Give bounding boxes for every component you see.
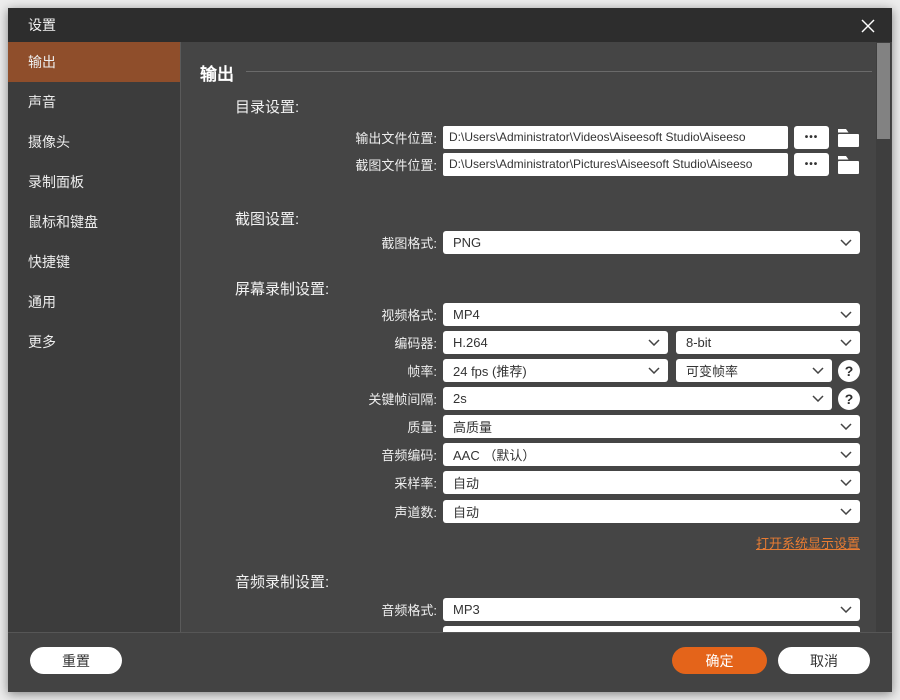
sidebar-item-output[interactable]: 输出 — [8, 42, 180, 82]
field-label: 视频格式: — [182, 305, 437, 324]
section-title-audio-recording: 音频录制设置: — [235, 571, 329, 592]
footer: 重置 确定 取消 — [8, 632, 892, 692]
open-folder-icon[interactable] — [838, 153, 860, 176]
page-title: 输出 — [200, 60, 234, 85]
settings-dialog: 设置 输出 声音 摄像头 录制面板 鼠标和键盘 快捷键 通用 更多 输出 目录设… — [8, 8, 892, 692]
chevron-down-icon — [648, 339, 660, 346]
chevron-down-icon — [812, 367, 824, 374]
chevron-down-icon — [840, 606, 852, 613]
field-label: 关键帧间隔: — [182, 389, 437, 408]
row-output-path: 输出文件位置: D:\Users\Administrator\Videos\Ai… — [182, 126, 860, 149]
chevron-down-icon — [812, 395, 824, 402]
chevron-down-icon — [840, 239, 852, 246]
sidebar-item-general[interactable]: 通用 — [8, 282, 180, 322]
chevron-down-icon — [840, 451, 852, 458]
output-path-input[interactable]: D:\Users\Administrator\Videos\Aiseesoft … — [443, 126, 788, 149]
window-title: 设置 — [28, 15, 56, 35]
row-keyframe-interval: 关键帧间隔: 2s ? — [182, 387, 860, 410]
snapshot-path-input[interactable]: D:\Users\Administrator\Pictures\Aiseesof… — [443, 153, 788, 176]
row-audio-format: 音频格式: MP3 — [182, 598, 860, 621]
browse-button[interactable]: ••• — [794, 126, 829, 149]
sidebar-item-sound[interactable]: 声音 — [8, 82, 180, 122]
sidebar-item-recording-panel[interactable]: 录制面板 — [8, 162, 180, 202]
sidebar-item-camera[interactable]: 摄像头 — [8, 122, 180, 162]
row-encoder: 编码器: H.264 8-bit — [182, 331, 860, 354]
chevron-down-icon — [840, 339, 852, 346]
row-video-format: 视频格式: MP4 — [182, 303, 860, 326]
browse-button[interactable]: ••• — [794, 153, 829, 176]
quality-select[interactable]: 高质量 — [443, 415, 860, 438]
field-label: 截图文件位置: — [182, 155, 437, 174]
row-screenshot-format: 截图格式: PNG — [182, 231, 860, 254]
open-system-display-settings-link[interactable]: 打开系统显示设置 — [756, 536, 860, 551]
field-label: 音频编码: — [182, 445, 437, 464]
channels-select[interactable]: 自动 — [443, 500, 860, 523]
section-title-directory: 目录设置: — [235, 96, 299, 117]
chevron-down-icon — [840, 423, 852, 430]
screenshot-format-select[interactable]: PNG — [443, 231, 860, 254]
field-label: 音频格式: — [182, 600, 437, 619]
heading-divider — [246, 71, 872, 72]
field-label: 采样率: — [182, 473, 437, 492]
scrollbar-thumb[interactable] — [877, 43, 890, 139]
ok-button[interactable]: 确定 — [672, 647, 767, 674]
video-format-select[interactable]: MP4 — [443, 303, 860, 326]
chevron-down-icon — [840, 508, 852, 515]
chevron-down-icon — [840, 479, 852, 486]
section-title-screenshot: 截图设置: — [235, 208, 299, 229]
cancel-button[interactable]: 取消 — [778, 647, 870, 674]
row-framerate: 帧率: 24 fps (推荐) 可变帧率 ? — [182, 359, 860, 382]
titlebar: 设置 — [8, 8, 892, 42]
help-icon[interactable]: ? — [838, 360, 860, 382]
row-quality: 质量: 高质量 — [182, 415, 860, 438]
sidebar-item-hotkeys[interactable]: 快捷键 — [8, 242, 180, 282]
section-title-recording: 屏幕录制设置: — [235, 278, 329, 299]
bit-depth-select[interactable]: 8-bit — [676, 331, 860, 354]
framerate-mode-select[interactable]: 可变帧率 — [676, 359, 832, 382]
sample-rate-select[interactable]: 自动 — [443, 471, 860, 494]
field-label: 声道数: — [182, 502, 437, 521]
system-display-link-row: 打开系统显示设置 — [182, 533, 860, 553]
audio-codec-select[interactable]: AAC （默认） — [443, 443, 860, 466]
row-channels: 声道数: 自动 — [182, 500, 860, 523]
reset-button[interactable]: 重置 — [30, 647, 122, 674]
open-folder-icon[interactable] — [838, 126, 860, 149]
field-label: 帧率: — [182, 361, 437, 380]
sidebar-item-mouse-keyboard[interactable]: 鼠标和键盘 — [8, 202, 180, 242]
keyframe-interval-select[interactable]: 2s — [443, 387, 832, 410]
content-panel: 输出 目录设置: 输出文件位置: D:\Users\Administrator\… — [182, 42, 876, 632]
field-label: 输出文件位置: — [182, 128, 437, 147]
field-label: 质量: — [182, 417, 437, 436]
row-sample-rate: 采样率: 自动 — [182, 471, 860, 494]
chevron-down-icon — [648, 367, 660, 374]
audio-format-select[interactable]: MP3 — [443, 598, 860, 621]
close-icon[interactable] — [858, 16, 878, 36]
framerate-select[interactable]: 24 fps (推荐) — [443, 359, 668, 382]
row-snapshot-path: 截图文件位置: D:\Users\Administrator\Pictures\… — [182, 153, 860, 176]
encoder-select[interactable]: H.264 — [443, 331, 668, 354]
chevron-down-icon — [840, 311, 852, 318]
field-label: 编码器: — [182, 333, 437, 352]
field-label: 截图格式: — [182, 233, 437, 252]
help-icon[interactable]: ? — [838, 388, 860, 410]
sidebar-item-more[interactable]: 更多 — [8, 322, 180, 362]
scrollbar-track[interactable] — [876, 42, 891, 632]
sidebar: 输出 声音 摄像头 录制面板 鼠标和键盘 快捷键 通用 更多 — [8, 42, 181, 632]
row-audio-codec: 音频编码: AAC （默认） — [182, 443, 860, 466]
